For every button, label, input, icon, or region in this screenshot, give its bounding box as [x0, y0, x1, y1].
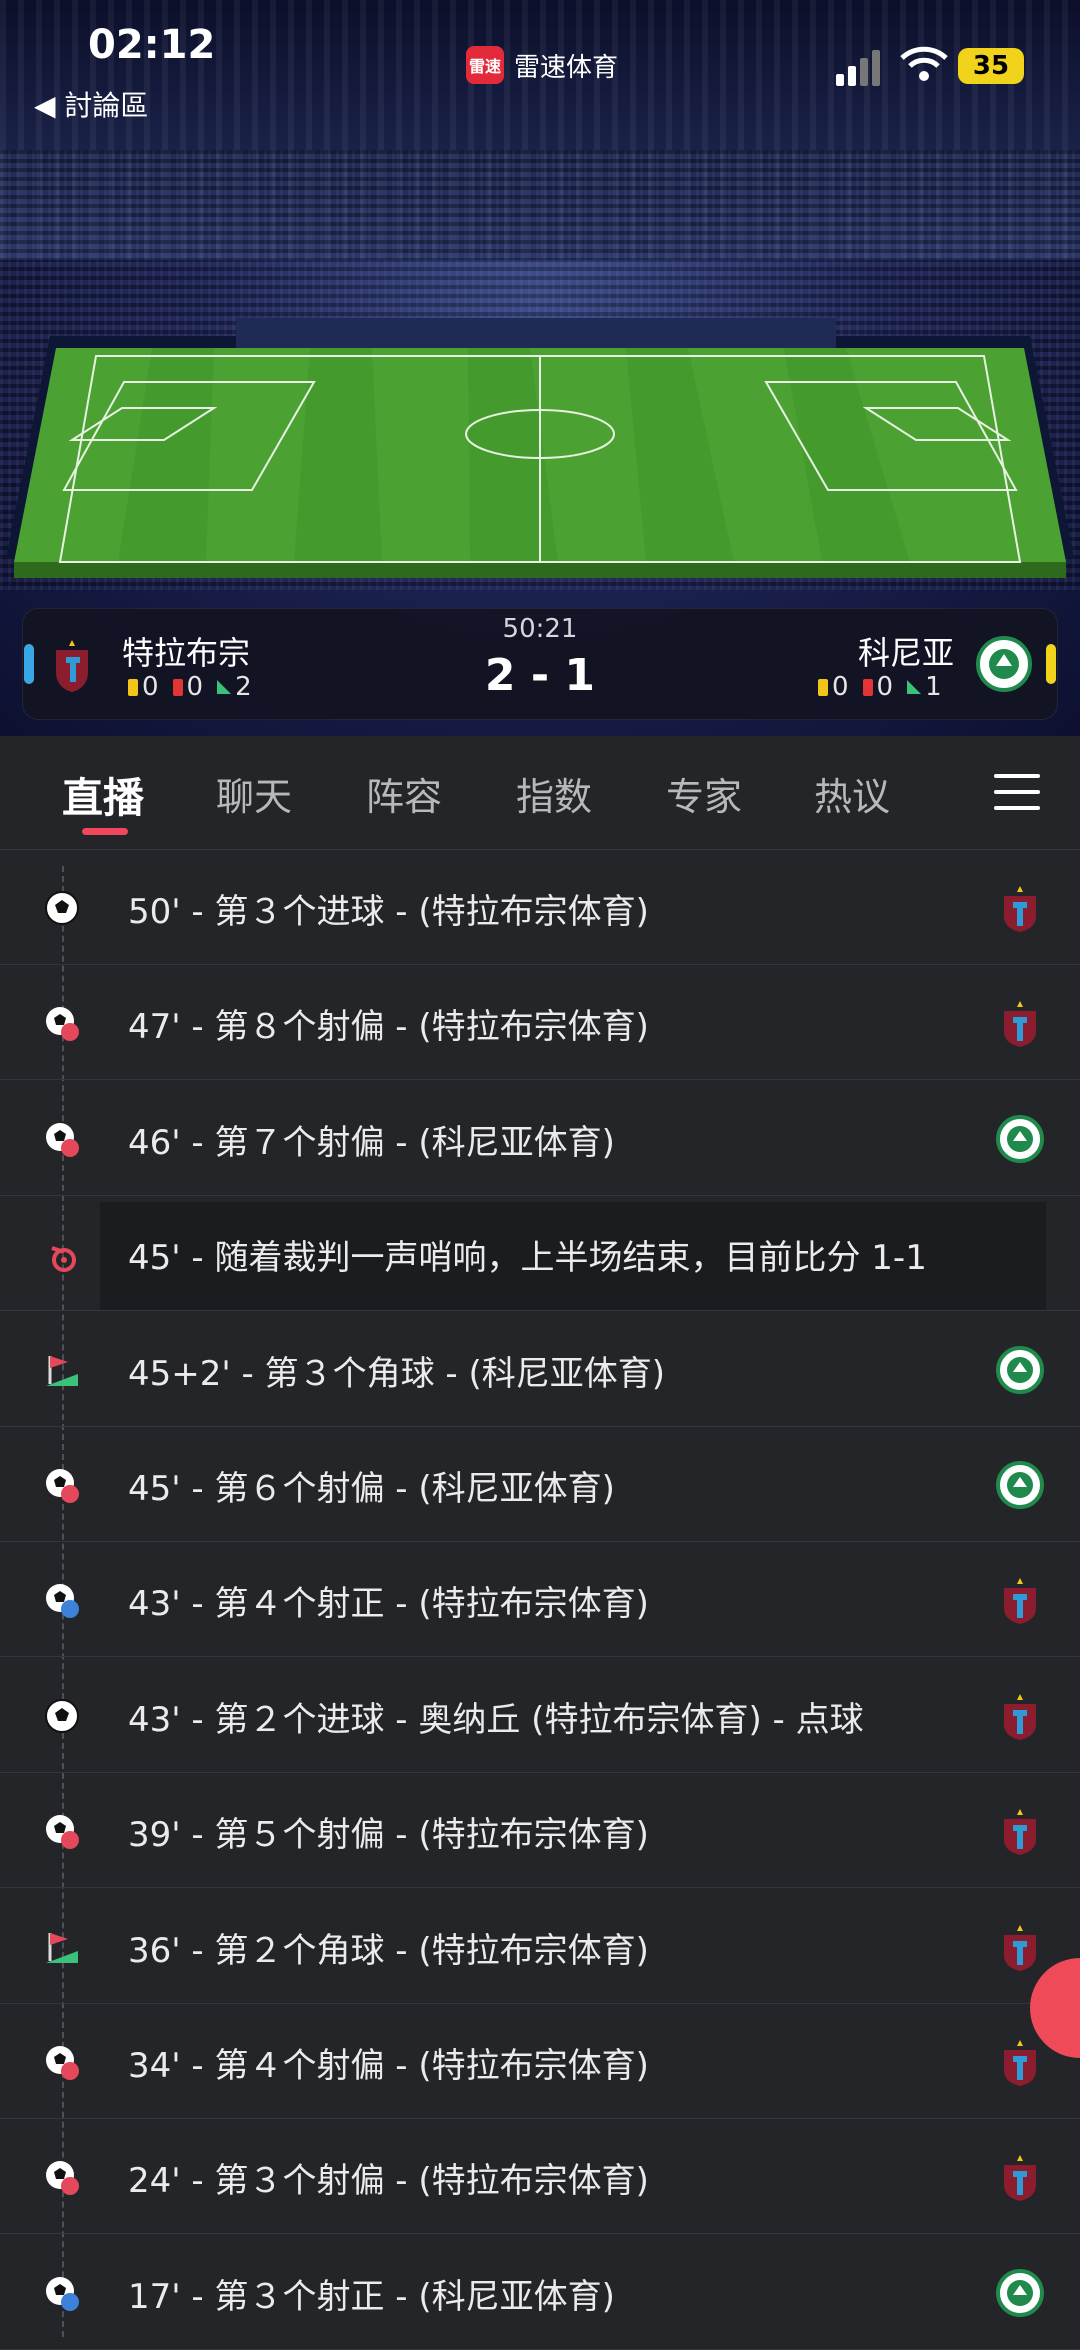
- away-team-name[interactable]: 科尼亚: [858, 628, 954, 674]
- wifi-icon: [900, 46, 948, 81]
- goal-ball-icon: [45, 1698, 79, 1733]
- event-row[interactable]: 43' - 第２个进球 - 奥纳丘 (特拉布宗体育) - 点球: [0, 1658, 1080, 1773]
- home-team-logo: [1004, 2040, 1036, 2086]
- away-team-logo[interactable]: [976, 636, 1032, 692]
- shot-off-target-icon: [46, 2046, 79, 2080]
- event-row[interactable]: 47' - 第８个射偏 - (特拉布宗体育): [0, 965, 1080, 1081]
- event-text: 39' - 第５个射偏 - (特拉布宗体育): [128, 1815, 649, 1856]
- event-row[interactable]: 36' - 第２个角球 - (特拉布宗体育): [0, 1889, 1080, 2004]
- home-team-logo: [1004, 886, 1036, 932]
- pitch-illustration: [6, 318, 1074, 578]
- event-text: 45' - 随着裁判一声哨响，上半场结束，目前比分 1-1: [128, 1238, 927, 1279]
- away-yellow-count: 0: [832, 672, 849, 702]
- event-text: 17' - 第３个射正 - (科尼亚体育): [128, 2276, 615, 2317]
- corner-flag-icon: [907, 680, 922, 694]
- shot-off-target-icon: [46, 1007, 79, 1042]
- event-row[interactable]: 24' - 第３个射偏 - (特拉布宗体育): [0, 2119, 1080, 2235]
- shot-on-target-icon: [46, 2276, 79, 2311]
- event-text: 43' - 第４个射正 - (特拉布宗体育): [128, 1584, 649, 1625]
- back-link[interactable]: ◀ 討論區: [34, 84, 148, 124]
- away-red-count: 0: [876, 672, 894, 702]
- event-text: 46' - 第７个射偏 - (科尼亚体育): [128, 1122, 615, 1163]
- away-team-logo: [996, 1114, 1044, 1163]
- home-team-logo: [1004, 1578, 1036, 1625]
- home-team-logo: [1004, 1809, 1036, 1856]
- shot-off-target-icon: [46, 1469, 79, 1503]
- menu-icon[interactable]: [994, 772, 1040, 812]
- red-card-icon: [862, 678, 873, 696]
- event-text: 24' - 第３个射偏 - (特拉布宗体育): [128, 2161, 649, 2202]
- event-text: 43' - 第２个进球 - 奥纳丘 (特拉布宗体育) - 点球: [128, 1699, 864, 1740]
- event-text: 45' - 第６个射偏 - (科尼亚体育): [128, 1469, 615, 1509]
- app-title: 雷速 雷速体育: [466, 46, 618, 84]
- tab-hot-topics[interactable]: 热议: [814, 766, 890, 821]
- away-team-logo: [996, 1345, 1044, 1394]
- corner-flag-icon: [46, 1355, 78, 1386]
- away-corner-count: 1: [925, 672, 942, 702]
- goal-ball-icon: [45, 891, 79, 925]
- event-row[interactable]: 45+2' - 第３个角球 - (科尼亚体育): [0, 1312, 1080, 1427]
- app-name: 雷速体育: [514, 52, 619, 83]
- event-row[interactable]: 46' - 第７个射偏 - (科尼亚体育): [0, 1081, 1080, 1196]
- shot-off-target-icon: [46, 1815, 79, 1850]
- shot-on-target-icon: [46, 1584, 79, 1619]
- event-row[interactable]: 17' - 第３个射正 - (科尼亚体育): [0, 2235, 1080, 2350]
- event-row[interactable]: 34' - 第４个射偏 - (特拉布宗体育): [0, 2004, 1080, 2119]
- event-text: 47' - 第８个射偏 - (特拉布宗体育): [128, 1007, 649, 1048]
- event-row[interactable]: 39' - 第５个射偏 - (特拉布宗体育): [0, 1773, 1080, 1889]
- event-row[interactable]: 45' - 随着裁判一声哨响，上半场结束，目前比分 1-1: [0, 1196, 1080, 1312]
- yellow-card-icon: [818, 678, 828, 696]
- shot-off-target-icon: [46, 1122, 79, 1157]
- shot-off-target-icon: [46, 2161, 79, 2196]
- event-text: 36' - 第２个角球 - (特拉布宗体育): [128, 1930, 649, 1971]
- home-team-logo: [1004, 1001, 1036, 1048]
- whistle-icon: [51, 1246, 76, 1273]
- signal-icon: [836, 50, 880, 86]
- home-team-logo: [1004, 1693, 1036, 1740]
- tab-experts[interactable]: 专家: [666, 766, 742, 821]
- home-team-logo: [1004, 1924, 1036, 1971]
- away-team-stats: 0 0 1: [818, 672, 942, 702]
- tab-chat[interactable]: 聊天: [216, 766, 292, 821]
- corner-flag-icon: [46, 1932, 78, 1963]
- event-row[interactable]: 45' - 第６个射偏 - (科尼亚体育): [0, 1427, 1080, 1542]
- tab-odds[interactable]: 指数: [516, 766, 592, 821]
- active-tab-indicator: [82, 828, 128, 835]
- event-text: 45+2' - 第３个角球 - (科尼亚体育): [128, 1353, 666, 1394]
- battery-icon: 35: [958, 48, 1024, 84]
- tab-lineup[interactable]: 阵容: [366, 766, 442, 821]
- tab-live[interactable]: 直播: [62, 764, 144, 824]
- event-row[interactable]: 43' - 第４个射正 - (特拉布宗体育): [0, 1542, 1080, 1658]
- home-team-logo: [1004, 2155, 1036, 2202]
- away-team-logo: [996, 1461, 1044, 1509]
- tab-bar: 直播 聊天 阵容 指数 专家 热议: [0, 736, 1080, 850]
- event-text: 34' - 第４个射偏 - (特拉布宗体育): [128, 2046, 649, 2086]
- event-row[interactable]: 50' - 第３个进球 - (特拉布宗体育): [0, 850, 1080, 965]
- clock: 02:12: [88, 22, 216, 68]
- status-bar: 02:12 ◀ 討論區 雷速 雷速体育 35: [0, 0, 1080, 130]
- event-text: 50' - 第３个进球 - (特拉布宗体育): [128, 892, 649, 932]
- away-team-logo: [996, 2268, 1044, 2317]
- app-logo: 雷速: [466, 46, 504, 84]
